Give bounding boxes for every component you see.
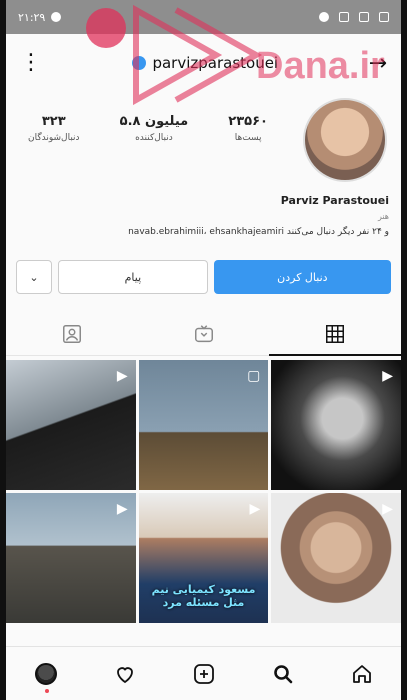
profile-username: parvizparastouei bbox=[152, 54, 279, 72]
profile-name: Parviz Parastouei bbox=[280, 194, 389, 207]
post-thumbnail[interactable]: ▢ bbox=[138, 360, 269, 490]
stat-label: پست‌ها bbox=[234, 133, 262, 143]
post-thumbnail[interactable]: ▶ bbox=[271, 360, 401, 490]
back-arrow-icon[interactable]: → bbox=[369, 51, 387, 76]
person-tag-icon bbox=[62, 324, 81, 343]
suggested-dropdown-button[interactable]: ⌄ bbox=[16, 260, 52, 294]
signal-icon bbox=[339, 12, 349, 22]
grid-icon bbox=[326, 324, 345, 343]
search-icon bbox=[273, 664, 292, 683]
tv-icon bbox=[194, 324, 213, 342]
tab-igtv[interactable] bbox=[138, 312, 270, 355]
stat-followers[interactable]: ۵.۸ میلیون دنبال‌کننده bbox=[120, 114, 189, 143]
video-indicator-icon: ▶ bbox=[116, 501, 128, 517]
nav-new-post[interactable] bbox=[184, 654, 224, 694]
profile-header: ⋮ parvizparastouei → bbox=[6, 34, 401, 92]
stat-value: ۳۲۳ bbox=[41, 114, 66, 129]
home-icon bbox=[352, 664, 371, 683]
message-button[interactable]: پیام bbox=[58, 260, 208, 294]
stat-value: ۲۳۵۶۰ bbox=[228, 114, 268, 129]
plus-square-icon bbox=[193, 663, 214, 684]
followed-by-text[interactable]: navab.ebrahimiii، ehsankhajeamiri و ۲۴ ن… bbox=[128, 227, 389, 237]
profile-section: ۳۲۳ دنبال‌شوندگان ۵.۸ میلیون دنبال‌کننده… bbox=[6, 92, 401, 242]
location-icon bbox=[319, 12, 329, 22]
nav-profile[interactable] bbox=[26, 654, 66, 694]
notification-dot-icon bbox=[51, 12, 62, 22]
stat-posts[interactable]: ۲۳۵۶۰ پست‌ها bbox=[228, 114, 268, 143]
verified-badge-icon bbox=[132, 56, 147, 70]
bottom-navigation bbox=[6, 646, 401, 700]
more-options-icon[interactable]: ⋮ bbox=[20, 52, 42, 74]
profile-tabs bbox=[6, 312, 401, 356]
status-time: ۲۱:۲۹ bbox=[18, 10, 46, 24]
heart-icon bbox=[116, 666, 133, 683]
nav-search[interactable] bbox=[263, 654, 303, 694]
stat-following[interactable]: ۳۲۳ دنبال‌شوندگان bbox=[28, 114, 80, 143]
stat-value: ۵.۸ میلیون bbox=[119, 114, 189, 129]
video-indicator-icon: ▶ bbox=[249, 501, 261, 517]
video-indicator-icon: ▶ bbox=[382, 368, 393, 384]
phone-screen: ۲۱:۲۹ Dana.ir ⋮ parvizparastouei → ۳۲۳ د… bbox=[6, 0, 401, 700]
profile-avatar[interactable] bbox=[303, 98, 387, 182]
nav-home[interactable] bbox=[342, 654, 382, 694]
profile-stats: ۳۲۳ دنبال‌شوندگان ۵.۸ میلیون دنبال‌کننده… bbox=[28, 114, 268, 143]
battery-icon bbox=[379, 12, 389, 22]
post-thumbnail[interactable]: ▶ bbox=[6, 493, 136, 623]
post-thumbnail[interactable]: ▶ مسعود کیمیایی نیم مثل مسئله مرد bbox=[138, 493, 269, 623]
stat-label: دنبال‌شوندگان bbox=[28, 133, 80, 143]
nav-activity[interactable] bbox=[105, 654, 145, 694]
profile-category: هنر bbox=[377, 212, 389, 221]
post-thumbnail[interactable]: ▶ bbox=[6, 360, 136, 490]
posts-grid: ▶ ▢ ▶ ▶ ▶ مسعود کیمیایی نیم مثل مسئله مر… bbox=[6, 360, 401, 623]
stat-label: دنبال‌کننده bbox=[135, 133, 173, 143]
tab-tagged[interactable] bbox=[6, 312, 138, 355]
video-indicator-icon: ▶ bbox=[116, 368, 128, 384]
wifi-icon bbox=[359, 12, 369, 22]
post-thumbnail[interactable]: ▶ bbox=[271, 493, 401, 623]
post-overlay-text: مسعود کیمیایی نیم مثل مسئله مرد bbox=[151, 583, 256, 609]
follow-button[interactable]: دنبال کردن bbox=[213, 260, 391, 294]
video-indicator-icon: ▶ bbox=[382, 501, 393, 517]
carousel-indicator-icon: ▢ bbox=[247, 368, 261, 384]
status-bar: ۲۱:۲۹ bbox=[6, 0, 401, 34]
profile-actions: ⌄ پیام دنبال کردن bbox=[6, 260, 401, 294]
tab-grid[interactable] bbox=[269, 312, 401, 356]
avatar-icon bbox=[34, 662, 57, 693]
